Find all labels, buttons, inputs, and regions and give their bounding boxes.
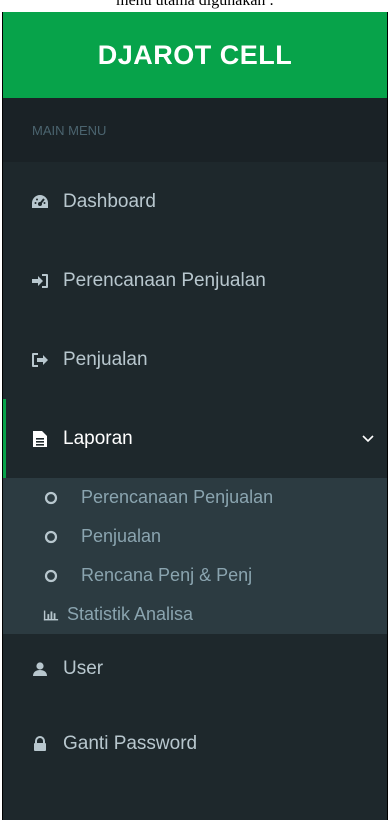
lock-icon bbox=[31, 735, 49, 753]
bar-chart-icon bbox=[43, 607, 59, 623]
submenu-item-rencana-penj-penj[interactable]: Rencana Penj & Penj bbox=[3, 556, 387, 595]
submenu-item-label: Statistik Analisa bbox=[67, 604, 194, 624]
sign-out-icon bbox=[31, 351, 49, 369]
user-icon bbox=[31, 660, 49, 678]
submenu-item-label: Penjualan bbox=[81, 526, 162, 546]
sidebar-item-penjualan[interactable]: Penjualan bbox=[3, 320, 387, 399]
sidebar-item-label: Ganti Password bbox=[63, 732, 198, 754]
sidebar-item-label: Penjualan bbox=[63, 348, 148, 370]
submenu-item-label: Rencana Penj & Penj bbox=[81, 565, 253, 585]
sidebar: DJAROT CELL MAIN MENU Dashboard Perencan… bbox=[2, 12, 388, 820]
file-icon bbox=[31, 430, 49, 448]
brand-title: DJAROT CELL bbox=[97, 39, 293, 70]
submenu-item-label: Perencanaan Penjualan bbox=[81, 487, 274, 507]
sidebar-item-dashboard[interactable]: Dashboard bbox=[3, 162, 387, 241]
main-menu-label: MAIN MENU bbox=[32, 122, 107, 138]
sidebar-item-label: Perencanaan Penjualan bbox=[63, 269, 266, 291]
circle-icon bbox=[43, 490, 59, 506]
sign-in-icon bbox=[31, 272, 49, 290]
sidebar-item-laporan[interactable]: Laporan bbox=[3, 399, 387, 478]
sidebar-item-label: Dashboard bbox=[63, 190, 156, 212]
sidebar-item-label: User bbox=[63, 658, 104, 679]
sidebar-item-perencanaan-penjualan[interactable]: Perencanaan Penjualan bbox=[3, 241, 387, 320]
submenu-item-perencanaan-penjualan[interactable]: Perencanaan Penjualan bbox=[3, 478, 387, 517]
dashboard-icon bbox=[31, 193, 49, 211]
sidebar-item-label: Laporan bbox=[63, 427, 133, 449]
brand-header[interactable]: DJAROT CELL bbox=[3, 12, 387, 98]
sidebar-item-user[interactable]: User bbox=[3, 634, 387, 704]
submenu-item-penjualan[interactable]: Penjualan bbox=[3, 517, 387, 556]
circle-icon bbox=[43, 529, 59, 545]
laporan-submenu: Perencanaan Penjualan Penjualan Rencana … bbox=[3, 478, 387, 634]
submenu-item-statistik-analisa[interactable]: Statistik Analisa bbox=[3, 595, 387, 634]
main-menu-header: MAIN MENU bbox=[3, 98, 387, 162]
page-caption: menu utama digunakan : bbox=[116, 0, 274, 9]
sidebar-item-ganti-password[interactable]: Ganti Password bbox=[3, 704, 387, 783]
chevron-down-icon[interactable] bbox=[361, 432, 375, 446]
circle-icon bbox=[43, 568, 59, 584]
